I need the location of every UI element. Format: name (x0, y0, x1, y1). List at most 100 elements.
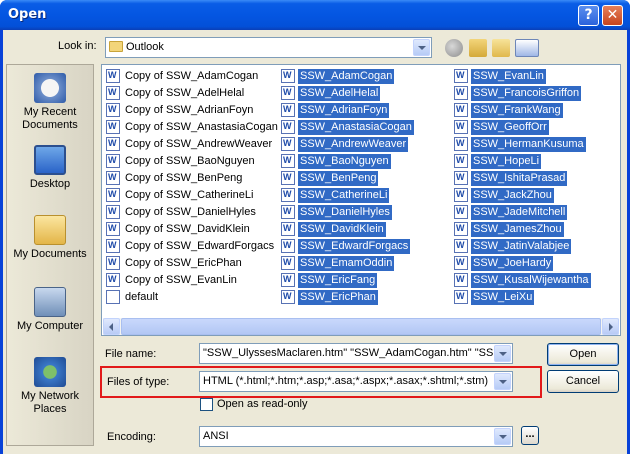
window-title: Open (8, 7, 47, 22)
places-my-documents[interactable]: My Documents (7, 215, 93, 261)
places-my-network[interactable]: My Network Places (7, 357, 93, 416)
file-item-label: SSW_JadeMitchell (471, 205, 568, 220)
word-document-icon (454, 188, 468, 202)
file-item-label: Copy of SSW_AndrewWeaver (125, 138, 273, 150)
file-item-label: Copy of SSW_CatherineLi (125, 189, 254, 201)
word-document-icon (454, 256, 468, 270)
encoding-dropdown[interactable]: ANSI (199, 426, 513, 447)
word-document-icon (106, 69, 120, 83)
my-computer-icon (34, 287, 66, 317)
file-item-label: SSW_AdelHelal (298, 86, 381, 101)
word-document-icon (106, 86, 120, 100)
chevron-down-icon[interactable] (494, 428, 511, 445)
files-of-type-label: Files of type: (107, 376, 170, 388)
word-document-icon (106, 239, 120, 253)
word-document-icon (454, 69, 468, 83)
file-item-label: SSW_AdamCogan (298, 69, 395, 84)
views-menu-icon[interactable] (515, 39, 539, 57)
file-item-label: SSW_GeoffOrr (471, 120, 549, 135)
file-item-label: SSW_EdwardForgacs (298, 239, 411, 254)
file-name-label: File name: (105, 348, 157, 360)
chevron-down-icon[interactable] (494, 373, 511, 390)
word-document-icon (281, 154, 295, 168)
back-icon[interactable] (445, 39, 463, 57)
file-item-label: SSW_JoeHardy (471, 256, 554, 271)
file-item-label: SSW_DavidKlein (298, 222, 386, 237)
file-item-label: SSW_FrancoisGriffon (471, 86, 582, 101)
encoding-label: Encoding: (107, 431, 156, 443)
word-document-icon (281, 137, 295, 151)
network-places-icon (34, 357, 66, 387)
word-document-icon (106, 205, 120, 219)
chevron-down-icon[interactable] (494, 345, 511, 362)
file-item-label: SSW_LeiXu (471, 290, 535, 305)
file-item-label: SSW_CatherineLi (298, 188, 390, 203)
files-of-type-dropdown[interactable]: HTML (*.html;*.htm;*.asp;*.asa;*.aspx;*.… (199, 371, 513, 392)
file-name-value: "SSW_UlyssesMaclaren.htm" "SSW_AdamCogan… (203, 347, 493, 359)
encoding-value: ANSI (203, 430, 229, 442)
places-desktop[interactable]: Desktop (7, 145, 93, 191)
file-item-label: Copy of SSW_EvanLin (125, 274, 237, 286)
document-icon (106, 290, 120, 304)
file-item-label: Copy of SSW_DavidKlein (125, 223, 250, 235)
help-icon[interactable]: ? (578, 5, 599, 26)
word-document-icon (106, 188, 120, 202)
read-only-checkbox[interactable] (200, 398, 213, 411)
word-document-icon (106, 103, 120, 117)
file-item-label: SSW_BaoNguyen (298, 154, 391, 169)
encoding-more-button[interactable]: ... (521, 426, 539, 445)
scroll-thumb[interactable] (121, 318, 601, 335)
cancel-button[interactable]: Cancel (547, 370, 619, 393)
word-document-icon (454, 86, 468, 100)
file-item-label: SSW_EricPhan (298, 290, 378, 305)
word-document-icon (454, 171, 468, 185)
word-document-icon (106, 222, 120, 236)
file-item-label: SSW_DanielHyles (298, 205, 392, 220)
file-item-label: SSW_BenPeng (298, 171, 379, 186)
places-recent-documents[interactable]: My Recent Documents (7, 73, 93, 132)
look-in-dropdown[interactable]: Outlook (105, 37, 432, 58)
word-document-icon (454, 239, 468, 253)
title-bar[interactable]: Open ? ✕ (0, 0, 630, 30)
file-item-label: default (125, 291, 159, 303)
dialog-body: Look in: Outlook My Recent Documents Des… (3, 30, 627, 454)
chevron-down-icon[interactable] (413, 39, 430, 56)
word-document-icon (106, 256, 120, 270)
horizontal-scrollbar[interactable] (103, 318, 619, 335)
scroll-right-icon[interactable] (602, 318, 619, 335)
scroll-left-icon[interactable] (103, 318, 120, 335)
word-document-icon (454, 137, 468, 151)
file-item-label: Copy of SSW_EdwardForgacs (125, 240, 275, 252)
places-my-computer[interactable]: My Computer (7, 287, 93, 333)
word-document-icon (281, 256, 295, 270)
open-dialog: Open ? ✕ Look in: Outlook My Recent Docu… (0, 0, 630, 454)
word-document-icon (281, 273, 295, 287)
files-of-type-value: HTML (*.html;*.htm;*.asp;*.asa;*.aspx;*.… (203, 375, 489, 387)
file-item-label: Copy of SSW_AdrianFoyn (125, 104, 254, 116)
recent-documents-icon (34, 73, 66, 103)
file-item-label: SSW_AndrewWeaver (298, 137, 409, 152)
file-item-label: SSW_HopeLi (471, 154, 542, 169)
word-document-icon (281, 290, 295, 304)
word-document-icon (454, 103, 468, 117)
word-document-icon (106, 273, 120, 287)
look-in-label: Look in: (58, 40, 97, 52)
file-item-label: Copy of SSW_BenPeng (125, 172, 243, 184)
file-item-label: SSW_KusalWijewantha (471, 273, 591, 288)
word-document-icon (106, 154, 120, 168)
file-item-label: SSW_HermanKusuma (471, 137, 586, 152)
file-item-label: SSW_AnastasiaCogan (298, 120, 414, 135)
close-icon[interactable]: ✕ (602, 5, 623, 26)
file-item-label: SSW_EmamOddin (298, 256, 395, 271)
word-document-icon (281, 69, 295, 83)
up-folder-icon[interactable] (469, 39, 487, 57)
open-button[interactable]: Open (547, 343, 619, 366)
word-document-icon (281, 171, 295, 185)
file-item-label: SSW_JatinValabjee (471, 239, 572, 254)
file-name-input[interactable]: "SSW_UlyssesMaclaren.htm" "SSW_AdamCogan… (199, 343, 513, 364)
file-list[interactable]: Copy of SSW_AdamCogan Copy of SSW_AdelHel… (101, 64, 621, 336)
file-item-label: Copy of SSW_AnastasiaCogan (125, 121, 278, 133)
new-folder-icon[interactable] (492, 39, 510, 57)
places-bar: My Recent Documents Desktop My Documents… (6, 64, 94, 446)
word-document-icon (454, 205, 468, 219)
